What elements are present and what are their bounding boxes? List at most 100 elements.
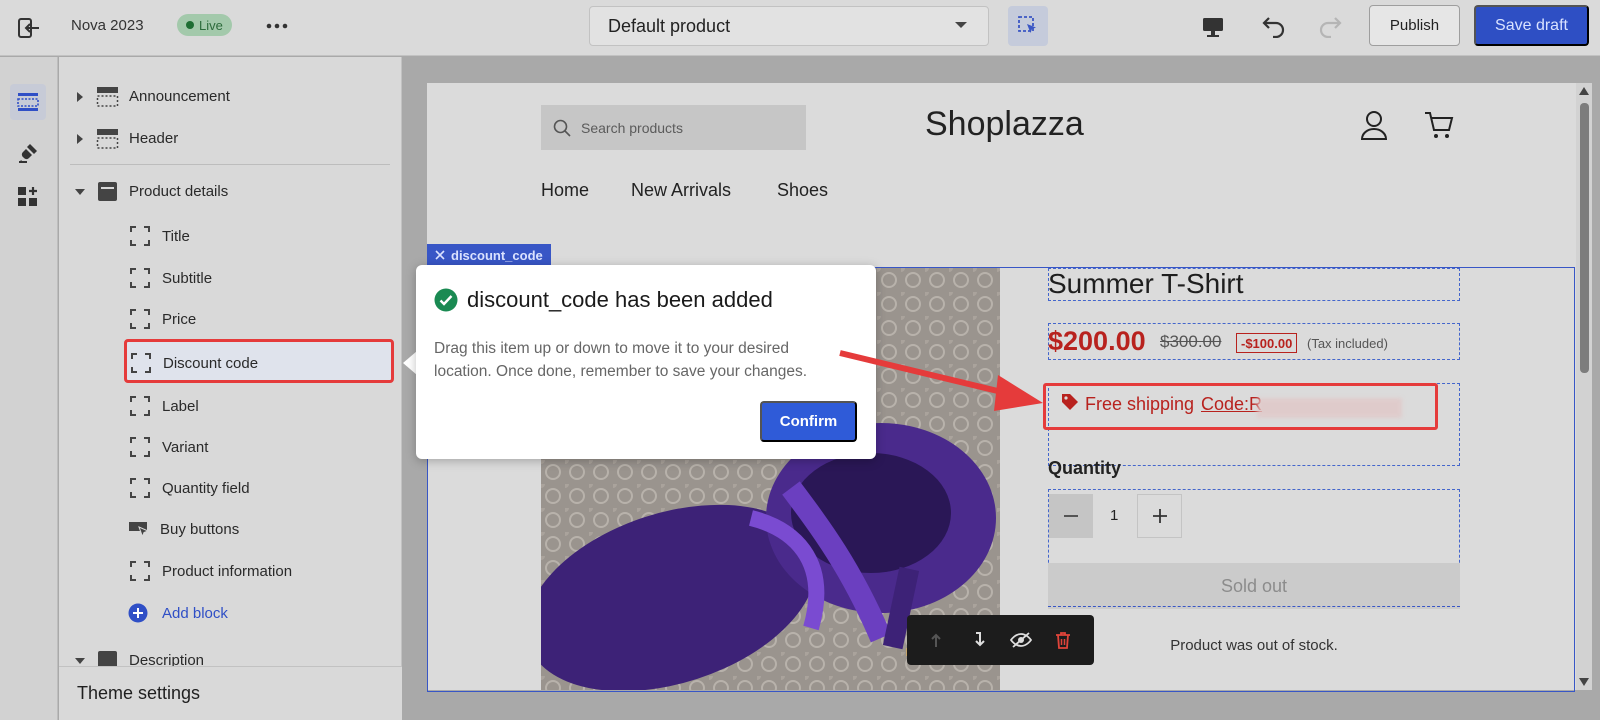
quantity-value[interactable]: 1 bbox=[1110, 507, 1118, 524]
section-label: Header bbox=[129, 130, 179, 147]
popover-arrow bbox=[403, 351, 417, 375]
add-block-button[interactable]: Add block bbox=[128, 603, 228, 623]
block-label: Buy buttons bbox=[160, 520, 240, 538]
block-quantity-field[interactable]: Quantity field bbox=[130, 478, 250, 498]
cart-icon[interactable] bbox=[1424, 110, 1456, 142]
close-icon[interactable] bbox=[435, 250, 445, 260]
search-icon bbox=[553, 119, 571, 137]
undo-icon[interactable] bbox=[1258, 10, 1290, 42]
save-draft-button[interactable]: Save draft bbox=[1474, 5, 1589, 46]
live-label: Live bbox=[199, 17, 223, 33]
minus-icon bbox=[1064, 515, 1078, 517]
section-header[interactable]: Header bbox=[74, 128, 178, 149]
section-icon bbox=[96, 87, 119, 107]
block-product-information[interactable]: Product information bbox=[130, 561, 292, 581]
delete-icon[interactable] bbox=[1051, 628, 1075, 652]
store-name: Nova 2023 bbox=[71, 17, 144, 34]
caret-right-icon[interactable] bbox=[74, 133, 86, 145]
discount-badge: -$100.00 bbox=[1236, 333, 1298, 353]
add-block-label: Add block bbox=[162, 604, 228, 622]
template-select-value: Default product bbox=[608, 15, 731, 36]
section-announcement[interactable]: Announcement bbox=[74, 86, 230, 107]
selected-block-tag[interactable]: discount_code bbox=[427, 244, 551, 266]
plus-icon bbox=[1152, 509, 1167, 523]
canvas-footer bbox=[403, 692, 1600, 720]
block-icon bbox=[130, 561, 150, 581]
block-discount-code[interactable]: Discount code bbox=[131, 353, 258, 373]
redo-icon[interactable] bbox=[1314, 10, 1346, 42]
theme-style-icon[interactable] bbox=[10, 135, 46, 171]
tax-note: (Tax included) bbox=[1307, 336, 1388, 351]
block-icon bbox=[130, 268, 150, 288]
discount-text: Free shipping bbox=[1085, 394, 1195, 414]
sections-icon[interactable] bbox=[10, 84, 46, 120]
more-options-icon[interactable] bbox=[262, 13, 292, 39]
scroll-up-icon[interactable] bbox=[1579, 87, 1589, 95]
inspector-icon[interactable] bbox=[1008, 6, 1048, 46]
buy-block-divider bbox=[1048, 606, 1460, 607]
exit-icon[interactable] bbox=[14, 13, 44, 43]
scroll-down-icon[interactable] bbox=[1579, 678, 1589, 686]
product-price: $200.00 bbox=[1048, 326, 1146, 356]
caret-right-icon[interactable] bbox=[74, 91, 86, 103]
nav-link-home[interactable]: Home bbox=[541, 180, 589, 201]
quantity-decrease-button[interactable] bbox=[1049, 494, 1093, 538]
out-of-stock-message: Product was out of stock. bbox=[1170, 637, 1338, 654]
annotation-arrow bbox=[839, 350, 1043, 411]
search-placeholder: Search products bbox=[581, 119, 683, 136]
block-label[interactable]: Label bbox=[130, 396, 199, 416]
caret-down-icon[interactable] bbox=[74, 186, 86, 198]
block-subtitle[interactable]: Subtitle bbox=[130, 268, 212, 288]
block-title[interactable]: Title bbox=[130, 226, 190, 246]
publish-button[interactable]: Publish bbox=[1369, 5, 1460, 46]
section-product-details[interactable]: Product details bbox=[74, 181, 228, 202]
cursor-block-icon bbox=[129, 522, 150, 538]
block-icon bbox=[130, 478, 150, 498]
block-label: Quantity field bbox=[162, 479, 250, 497]
block-label-text: Label bbox=[162, 397, 199, 415]
block-icon bbox=[130, 309, 150, 329]
chevron-down-icon bbox=[954, 21, 968, 30]
block-variant[interactable]: Variant bbox=[130, 437, 208, 457]
section-icon bbox=[96, 129, 119, 149]
popover-body: Drag this item up or down to move it to … bbox=[434, 340, 808, 380]
apps-icon[interactable] bbox=[10, 179, 46, 215]
block-label: Product information bbox=[162, 562, 293, 580]
divider bbox=[70, 164, 390, 165]
block-icon bbox=[130, 396, 150, 416]
tag-icon bbox=[1062, 394, 1078, 410]
plus-circle-icon bbox=[128, 603, 148, 623]
sold-out-button[interactable]: Sold out bbox=[1048, 563, 1460, 609]
discount-code-link[interactable]: Code:R bbox=[1201, 394, 1262, 415]
block-label: Variant bbox=[162, 438, 209, 456]
store-logo[interactable]: Shoplazza bbox=[925, 105, 1084, 144]
desktop-preview-icon[interactable] bbox=[1197, 11, 1229, 43]
left-rail bbox=[0, 57, 58, 720]
block-buy-buttons[interactable]: Buy buttons bbox=[128, 519, 239, 539]
quantity-label: Quantity bbox=[1048, 458, 1122, 478]
scrollbar-thumb[interactable] bbox=[1580, 103, 1589, 373]
redacted-code bbox=[1257, 398, 1402, 418]
check-circle-icon bbox=[434, 288, 458, 312]
account-icon[interactable] bbox=[1360, 110, 1390, 142]
quantity-increase-button[interactable] bbox=[1137, 494, 1182, 538]
section-label: Announcement bbox=[129, 88, 230, 105]
nav-link-new-arrivals[interactable]: New Arrivals bbox=[631, 180, 731, 201]
caret-down-icon[interactable] bbox=[74, 655, 86, 667]
product-title: Summer T-Shirt bbox=[1048, 268, 1244, 299]
hide-eye-icon[interactable] bbox=[1009, 628, 1033, 652]
nav-link-shoes[interactable]: Shoes bbox=[777, 180, 828, 201]
live-status-badge: Live bbox=[177, 14, 232, 36]
theme-settings-link[interactable]: Theme settings bbox=[59, 666, 402, 720]
move-down-icon[interactable] bbox=[968, 628, 992, 652]
block-icon bbox=[130, 226, 150, 246]
block-icon bbox=[130, 437, 150, 457]
store-search-input[interactable]: Search products bbox=[541, 105, 806, 150]
block-label: Discount code bbox=[163, 354, 259, 372]
block-price[interactable]: Price bbox=[130, 309, 196, 329]
section-label: Product details bbox=[129, 183, 229, 200]
move-up-icon[interactable] bbox=[926, 628, 950, 652]
template-select[interactable]: Default product bbox=[589, 6, 989, 46]
selected-block-name: discount_code bbox=[451, 247, 543, 263]
block-label: Price bbox=[162, 310, 197, 328]
